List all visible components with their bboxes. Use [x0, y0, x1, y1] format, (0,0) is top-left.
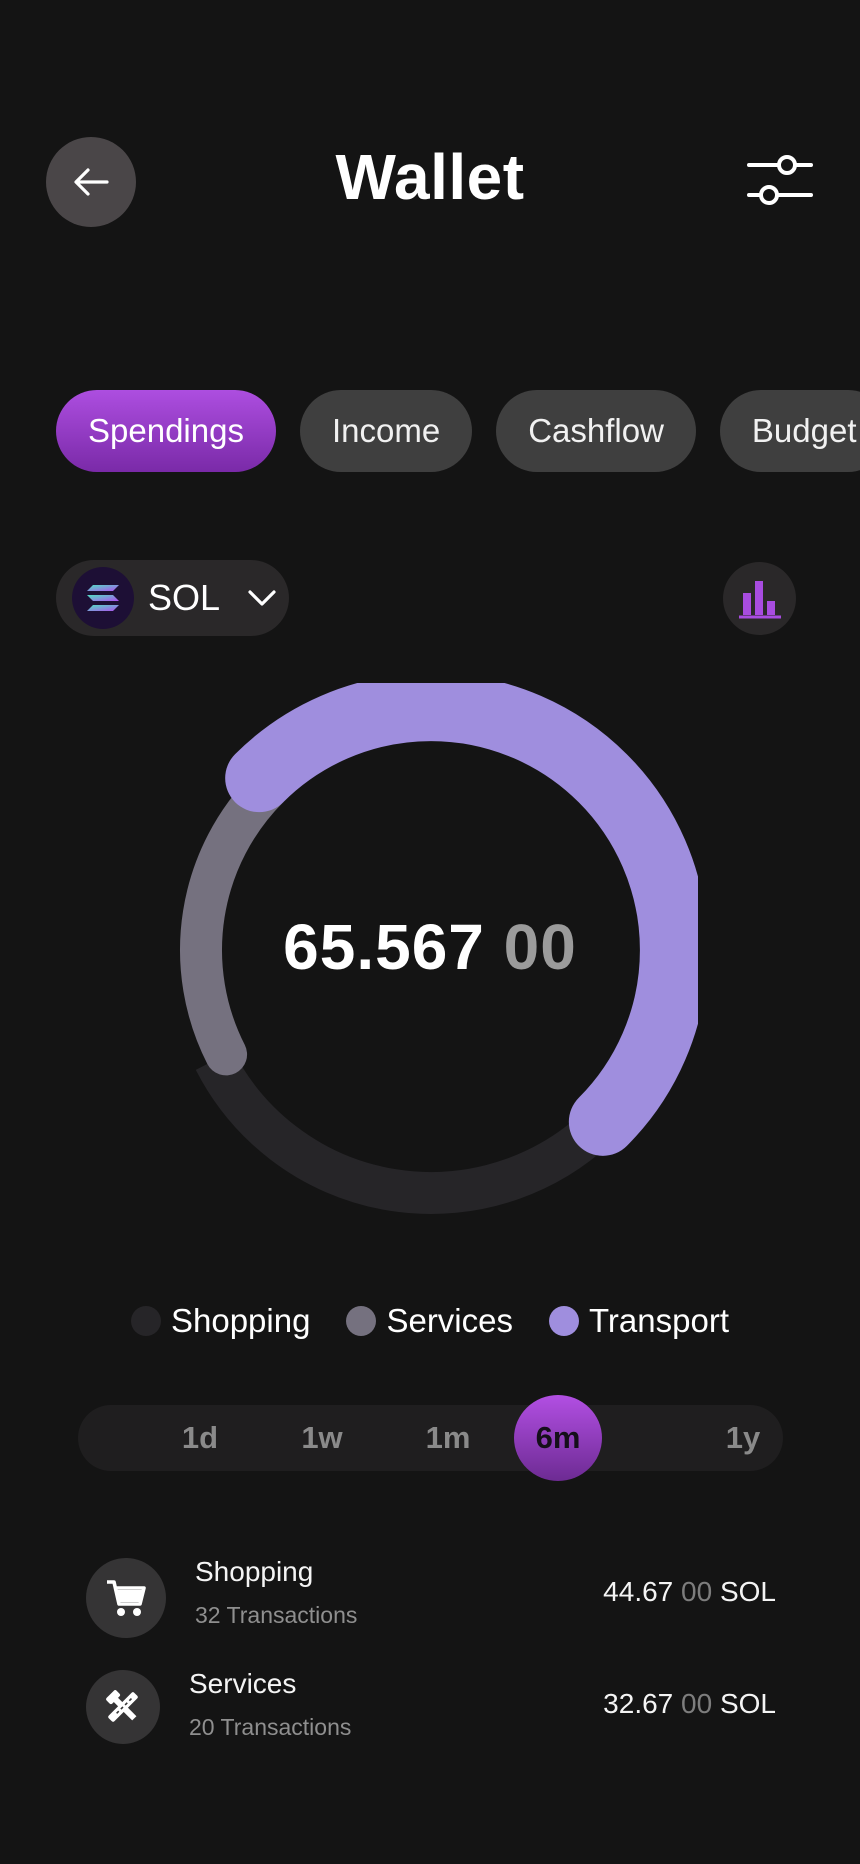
currency-label: SOL — [148, 577, 221, 618]
shopping-cart-icon — [86, 1558, 166, 1638]
total-amount-integer: 65.567 — [283, 911, 485, 983]
transaction-amount-integer: 32.67 — [603, 1688, 674, 1719]
total-amount: 65.567 00 — [0, 910, 860, 984]
page-title: Wallet — [335, 141, 525, 213]
legend-item-services: Services — [346, 1302, 513, 1340]
chart-legend: Shopping Services Transport — [0, 1302, 860, 1340]
chevron-down-icon — [248, 590, 276, 606]
transaction-amount-unit: SOL — [719, 1576, 776, 1607]
transaction-title: Services — [189, 1668, 297, 1699]
tools-icon — [86, 1670, 160, 1744]
solana-icon — [72, 567, 134, 629]
period-1m[interactable]: 1m — [408, 1405, 488, 1471]
currency-selector[interactable]: SOL — [56, 560, 289, 636]
transaction-subtitle: 32 Transactions — [195, 1602, 358, 1628]
sliders-icon — [747, 155, 813, 205]
legend-dot — [130, 1306, 161, 1336]
donut-segment-shopping — [195, 1050, 618, 1214]
period-selector: 1d 1w 1m 6m 1y — [78, 1395, 783, 1481]
transaction-amount: 32.67 00 SOL — [603, 1688, 776, 1720]
legend-label: Transport — [589, 1302, 729, 1339]
transaction-subtitle: 20 Transactions — [189, 1714, 352, 1740]
legend-label: Services — [386, 1302, 513, 1339]
chart-view-button[interactable] — [723, 562, 796, 635]
transaction-amount-integer: 44.67 — [603, 1576, 674, 1607]
transaction-title: Shopping — [195, 1556, 314, 1587]
period-1y[interactable]: 1y — [703, 1405, 783, 1471]
legend-item-shopping: Shopping — [130, 1302, 311, 1340]
transaction-row-services[interactable]: Services 20 Transactions 32.67 00 SOL — [86, 1668, 776, 1752]
period-6m[interactable]: 6m — [514, 1395, 602, 1481]
legend-dot — [549, 1306, 579, 1336]
transaction-amount-decimals: 00 — [681, 1576, 713, 1607]
transaction-amount: 44.67 00 SOL — [603, 1576, 776, 1608]
tab-income[interactable]: Income — [299, 390, 473, 472]
tab-cashflow[interactable]: Cashflow — [496, 390, 696, 472]
legend-item-transport: Transport — [549, 1302, 729, 1340]
tab-spendings[interactable]: Spendings — [56, 390, 276, 472]
filter-button[interactable] — [745, 150, 815, 210]
legend-dot — [346, 1306, 377, 1336]
transaction-amount-unit: SOL — [719, 1688, 776, 1719]
bar-chart-icon — [738, 580, 781, 618]
transaction-amount-decimals: 00 — [681, 1688, 713, 1719]
period-1w[interactable]: 1w — [282, 1405, 362, 1471]
total-amount-decimals: 00 — [503, 911, 577, 983]
period-1d[interactable]: 1d — [160, 1405, 240, 1471]
legend-label: Shopping — [170, 1302, 311, 1339]
category-tabs: Spendings Income Cashflow Budget — [56, 390, 860, 472]
tab-budget[interactable]: Budget — [719, 390, 860, 472]
transaction-row-shopping[interactable]: Shopping 32 Transactions 44.67 00 SOL — [86, 1556, 776, 1640]
